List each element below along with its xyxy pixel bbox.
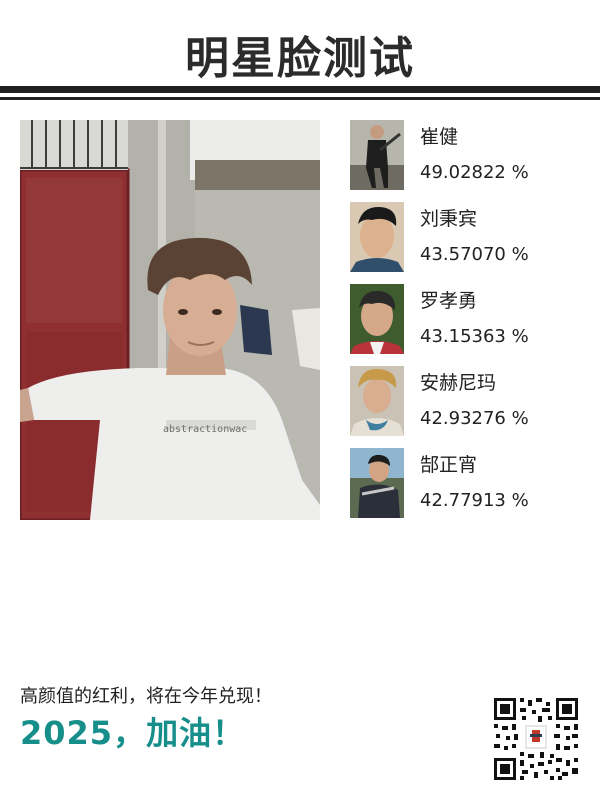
match-score: 43.57070 % [420, 244, 529, 265]
shirt-print: abstractionwac [163, 424, 247, 435]
match-name: 刘秉宾 [420, 208, 478, 230]
match-name: 安赫尼玛 [420, 372, 497, 394]
title-divider-thin [0, 97, 600, 100]
match-results-list: 崔健 49.02822 % 刘秉宾 43.57070 % 罗孝勇 43.1536… [350, 120, 580, 530]
match-photo [350, 448, 404, 518]
user-photo: abstractionwac [20, 120, 320, 520]
match-score: 42.77913 % [420, 490, 529, 511]
match-item[interactable]: 罗孝勇 43.15363 % [350, 284, 580, 366]
headline-text: 2025，加油！ [20, 714, 246, 752]
qr-code[interactable] [492, 696, 580, 782]
match-item[interactable]: 刘秉宾 43.57070 % [350, 202, 580, 284]
result-card: 明星脸测试 abstractionwac 崔健 49.02822 % 刘秉宾 4… [0, 0, 600, 800]
title-divider-thick [0, 86, 600, 93]
match-score: 42.93276 % [420, 408, 529, 429]
slogan-text: 高颜值的红利，将在今年兑现！ [20, 686, 272, 707]
match-name: 罗孝勇 [420, 290, 478, 312]
match-photo [350, 284, 404, 354]
match-score: 43.15363 % [420, 326, 529, 347]
match-item[interactable]: 郜正宵 42.77913 % [350, 448, 580, 530]
page-title: 明星脸测试 [185, 33, 415, 84]
match-item[interactable]: 安赫尼玛 42.93276 % [350, 366, 580, 448]
match-name: 崔健 [420, 126, 459, 148]
match-photo [350, 202, 404, 272]
match-name: 郜正宵 [420, 454, 478, 476]
match-item[interactable]: 崔健 49.02822 % [350, 120, 580, 202]
match-photo [350, 366, 404, 436]
match-photo [350, 120, 404, 190]
match-score: 49.02822 % [420, 162, 529, 183]
